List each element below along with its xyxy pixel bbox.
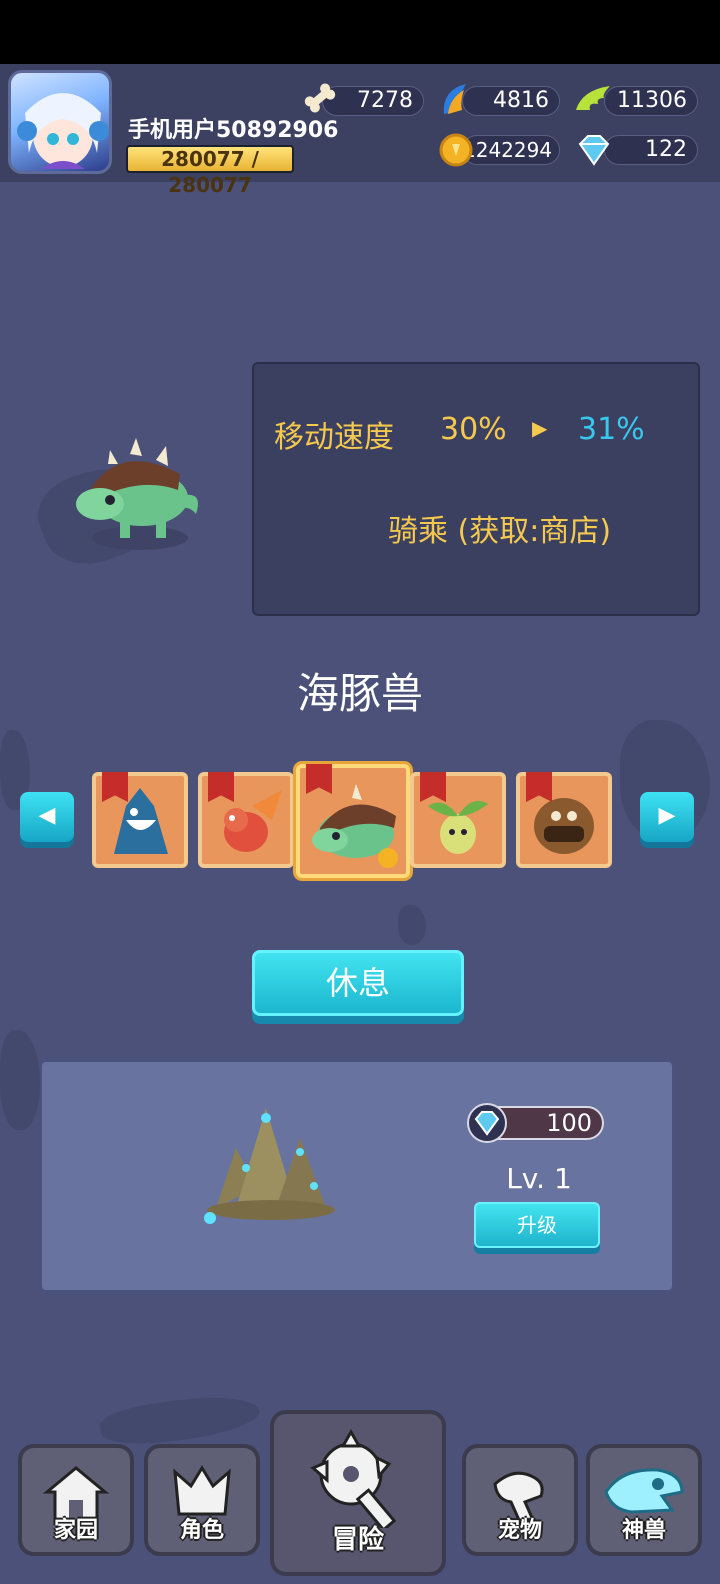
nav-pet-label: 宠物 bbox=[497, 1518, 542, 1543]
crystal-rock-icon bbox=[196, 1098, 346, 1228]
upgrade-button[interactable]: 升级 bbox=[474, 1202, 600, 1248]
pet-card-mud-golem[interactable] bbox=[516, 772, 612, 868]
nav-pet-button[interactable]: 宠物 bbox=[462, 1444, 578, 1556]
rest-button[interactable]: 休息 bbox=[252, 950, 464, 1016]
nav-home-button[interactable]: 家园 bbox=[18, 1444, 134, 1556]
resource-wing: 11306 bbox=[604, 86, 698, 116]
wing-icon bbox=[572, 80, 612, 120]
nav-adventure-button[interactable]: 冒险 bbox=[270, 1410, 446, 1576]
gold-coin-icon bbox=[436, 130, 476, 170]
pet-card-leaf-sprout[interactable] bbox=[410, 772, 506, 868]
spiked-club-icon bbox=[310, 1428, 397, 1528]
nav-adventure-label: 冒险 bbox=[331, 1525, 384, 1555]
pet-card-green-dino-selected[interactable] bbox=[296, 764, 410, 878]
background-silhouette bbox=[0, 1030, 40, 1130]
carousel-prev-button[interactable]: ◀ bbox=[20, 792, 74, 842]
nav-role-button[interactable]: 角色 bbox=[144, 1444, 260, 1556]
resource-bone-value: 7278 bbox=[357, 88, 413, 113]
upgrade-cost-value: 100 bbox=[546, 1109, 592, 1137]
bone-icon bbox=[300, 78, 340, 118]
pet-card-red-dragon[interactable] bbox=[198, 772, 294, 868]
stat-label: 移动速度 bbox=[274, 420, 394, 455]
pet-name-title: 海豚兽 bbox=[296, 669, 423, 718]
carousel-next-button[interactable]: ▶ bbox=[640, 792, 694, 842]
exp-text: 280077 / 280077 bbox=[161, 147, 259, 197]
pet-preview-sprite bbox=[60, 420, 210, 560]
nav-home-label: 家园 bbox=[53, 1518, 98, 1543]
status-bar bbox=[0, 0, 720, 64]
stat-arrow-icon: ▶ bbox=[532, 416, 548, 440]
diamond-icon bbox=[466, 1102, 508, 1144]
background-silhouette bbox=[97, 1389, 263, 1451]
right-triangle-icon: ▶ bbox=[658, 803, 676, 828]
background-silhouette bbox=[398, 905, 426, 945]
resource-horn-value: 4816 bbox=[493, 88, 549, 113]
resource-gold-value: 1242294 bbox=[463, 138, 553, 162]
upgrade-level-text: Lv. 1 bbox=[506, 1162, 572, 1195]
stat-next-value: 31% bbox=[578, 412, 645, 447]
nav-beast-label: 神兽 bbox=[621, 1518, 666, 1543]
horn-icon bbox=[436, 80, 476, 120]
left-triangle-icon: ◀ bbox=[38, 803, 56, 828]
stat-current-value: 30% bbox=[440, 412, 507, 447]
green-dino-pet-icon bbox=[76, 438, 198, 550]
resource-gold: 1242294 bbox=[462, 135, 560, 165]
player-avatar[interactable] bbox=[8, 70, 112, 174]
resource-wing-value: 11306 bbox=[617, 88, 687, 113]
resource-diamond-value: 122 bbox=[645, 137, 687, 162]
resource-horn: 4816 bbox=[462, 86, 560, 116]
pet-card-blue-shark[interactable] bbox=[92, 772, 188, 868]
resource-diamond: 122 bbox=[604, 135, 698, 165]
pet-info-panel bbox=[252, 362, 700, 616]
diamond-icon bbox=[574, 130, 614, 170]
nav-beast-button[interactable]: 神兽 bbox=[586, 1444, 702, 1556]
avatar-portrait-icon bbox=[17, 93, 109, 169]
ride-source-text: 骑乘 (获取:商店) bbox=[388, 514, 612, 549]
nav-role-label: 角色 bbox=[179, 1518, 224, 1543]
